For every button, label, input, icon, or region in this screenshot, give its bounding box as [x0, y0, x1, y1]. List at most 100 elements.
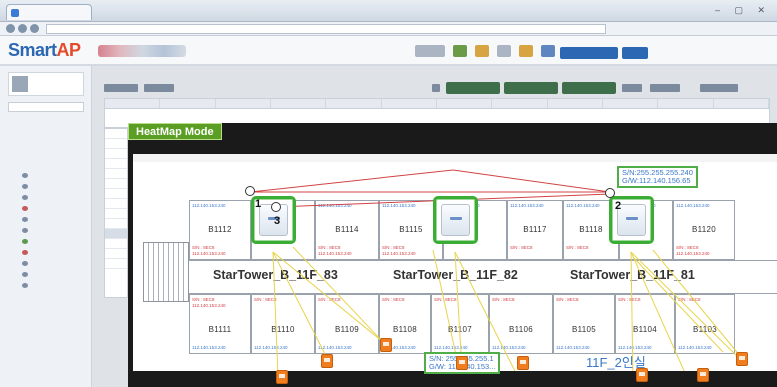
- chart-icon[interactable]: [432, 84, 440, 92]
- floor-plan: 112.140.153.240 B1112 S/N : 8EC8 112.140…: [133, 162, 777, 371]
- column-header[interactable]: [658, 99, 714, 108]
- column-header[interactable]: [216, 99, 271, 108]
- column-header[interactable]: [603, 99, 659, 108]
- header-select[interactable]: [560, 47, 618, 59]
- sidebar-search-input[interactable]: [8, 102, 84, 112]
- sidebar-item[interactable]: [22, 214, 88, 225]
- list-item[interactable]: [105, 129, 127, 139]
- heatmap-mode-label: HeatMap Mode: [128, 123, 222, 140]
- filter-select[interactable]: [504, 82, 558, 94]
- sidebar-item[interactable]: [22, 269, 88, 280]
- phone-icon[interactable]: [456, 356, 468, 370]
- list-item[interactable]: [105, 189, 127, 199]
- client-link: [272, 251, 384, 343]
- background-list: [104, 128, 128, 298]
- filter-select[interactable]: [446, 82, 500, 94]
- route-line: [452, 169, 611, 193]
- column-header[interactable]: [548, 99, 603, 108]
- gateway: G/W:112.140.156.65: [622, 176, 691, 185]
- list-item[interactable]: [105, 249, 127, 259]
- app-logo[interactable]: SmartAP: [8, 40, 81, 61]
- client-link: [272, 251, 279, 371]
- route-node[interactable]: [245, 186, 255, 196]
- list-item[interactable]: [105, 219, 127, 229]
- app-header: SmartAP: [0, 36, 777, 66]
- column-header[interactable]: [271, 99, 327, 108]
- speaker-icon[interactable]: [541, 45, 555, 57]
- bell-icon[interactable]: [519, 45, 533, 57]
- browser-tab[interactable]: [6, 4, 92, 20]
- column-header[interactable]: [105, 99, 161, 108]
- access-point-82[interactable]: [433, 196, 478, 244]
- sidebar-item-active[interactable]: [22, 203, 88, 214]
- grid-toolbar: [104, 82, 770, 94]
- list-item[interactable]: [105, 139, 127, 149]
- user-card: [8, 72, 84, 96]
- filter-select[interactable]: [562, 82, 616, 94]
- phone-icon[interactable]: [736, 352, 748, 366]
- column-header[interactable]: [326, 99, 382, 108]
- refresh-icon[interactable]: [30, 24, 39, 33]
- list-item[interactable]: [105, 179, 127, 189]
- filter-button[interactable]: [144, 84, 174, 92]
- phone-icon[interactable]: [321, 354, 333, 368]
- node-number-3: 3: [274, 215, 281, 227]
- phone-icon[interactable]: [380, 338, 392, 352]
- monitor-icon[interactable]: [497, 45, 511, 57]
- list-item[interactable]: [105, 209, 127, 219]
- list-item[interactable]: [105, 239, 127, 249]
- phone-icon[interactable]: [517, 356, 529, 370]
- list-item[interactable]: [105, 159, 127, 169]
- route-node[interactable]: [605, 188, 615, 198]
- sidebar-item[interactable]: [22, 192, 88, 203]
- search-button[interactable]: [622, 84, 642, 92]
- forward-icon[interactable]: [18, 24, 27, 33]
- chart-icon[interactable]: [453, 45, 467, 57]
- column-header[interactable]: [437, 99, 493, 108]
- browser-tab-title: [23, 8, 25, 17]
- sidebar-item[interactable]: [22, 280, 88, 291]
- phone-icon[interactable]: [636, 368, 648, 382]
- list-item[interactable]: [105, 149, 127, 159]
- list-item[interactable]: [105, 199, 127, 209]
- window-controls[interactable]: – ▢ ✕: [715, 5, 771, 16]
- column-header[interactable]: [714, 99, 769, 108]
- table-header: [105, 99, 769, 109]
- phone-icon[interactable]: [276, 370, 288, 384]
- sidebar-item[interactable]: [22, 247, 88, 258]
- column-header[interactable]: [492, 99, 548, 108]
- sidebar-item[interactable]: [22, 181, 88, 192]
- list-item-selected[interactable]: [105, 229, 127, 239]
- client-link: [272, 251, 329, 361]
- brand-banner: [98, 45, 186, 57]
- node-number-2: 2: [615, 200, 622, 212]
- logo-main: Smart: [8, 40, 57, 60]
- browser-titlebar: – ▢ ✕: [0, 0, 777, 22]
- list-item[interactable]: [105, 169, 127, 179]
- sidebar-menu: [22, 170, 88, 291]
- sidebar-item[interactable]: [22, 225, 88, 236]
- sidebar-item[interactable]: [22, 258, 88, 269]
- route-line: [249, 169, 454, 193]
- access-point-icon: [441, 204, 470, 236]
- filter-button[interactable]: [104, 84, 138, 92]
- logout-button[interactable]: [622, 47, 648, 59]
- sidebar-item[interactable]: [22, 170, 88, 181]
- access-point-icon: [617, 204, 646, 236]
- address-bar[interactable]: [46, 24, 606, 34]
- table-row[interactable]: [105, 109, 769, 118]
- options-button[interactable]: [650, 84, 680, 92]
- column-header[interactable]: [160, 99, 216, 108]
- route-node[interactable]: [271, 202, 281, 212]
- sidebar-item[interactable]: [22, 236, 88, 247]
- dashboard-button[interactable]: [415, 45, 445, 57]
- back-icon[interactable]: [6, 24, 15, 33]
- sidebar: [0, 66, 92, 387]
- column-header[interactable]: [382, 99, 437, 108]
- phone-icon[interactable]: [697, 368, 709, 382]
- export-button[interactable]: [700, 84, 738, 92]
- alert-icon[interactable]: [475, 45, 489, 57]
- logo-accent: AP: [56, 40, 82, 60]
- list-item[interactable]: [105, 259, 127, 269]
- client-link: [630, 251, 744, 363]
